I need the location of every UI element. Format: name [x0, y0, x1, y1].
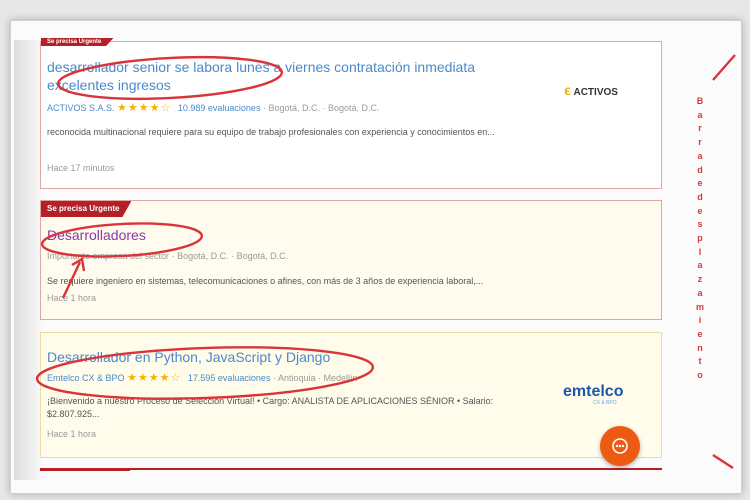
- job-meta: Emtelco CX & BPO ★★★★☆ 17.595 evaluacion…: [47, 371, 358, 384]
- job-location: · Bogotá, D.C. · Bogotá, D.C.: [171, 251, 289, 261]
- reviews-link[interactable]: 10.989 evaluaciones: [178, 103, 261, 113]
- chat-button[interactable]: [600, 426, 640, 466]
- job-description: reconocida multinacional requiere para s…: [47, 127, 495, 137]
- job-card[interactable]: Se precisa Urgente desarrollador senior …: [40, 38, 662, 189]
- job-description: Se requiere ingeniero en sistemas, telec…: [47, 276, 484, 286]
- company-logo: ϵ ACTIVOS: [564, 82, 618, 98]
- job-card[interactable]: Se precisa Urgente Desarrolladores Impor…: [40, 200, 662, 320]
- job-location: · Antioquia · Medellín: [272, 373, 358, 383]
- scrollbar-annotation: Barradedesplazamiento: [695, 96, 704, 381]
- company-name[interactable]: ACTIVOS S.A.S.: [47, 103, 115, 113]
- company-name: Importante empresa del sector: [47, 251, 170, 261]
- star-rating: ★★★★☆: [117, 102, 172, 114]
- job-meta: Importante empresa del sector · Bogotá, …: [47, 251, 288, 261]
- job-title[interactable]: Desarrolladores: [47, 226, 146, 244]
- chat-icon: [612, 438, 628, 454]
- posted-time: Hace 1 hora: [47, 293, 97, 303]
- job-meta: ACTIVOS S.A.S. ★★★★☆ 10.989 evaluaciones…: [47, 101, 380, 114]
- activos-logo-icon: ϵ: [564, 82, 571, 98]
- company-name[interactable]: Emtelco CX & BPO: [47, 373, 125, 383]
- job-description: ¡Bienvenido a nuestro Proceso de Selecci…: [47, 396, 494, 419]
- reviews-link[interactable]: 17.595 evaluaciones: [188, 373, 271, 383]
- job-title[interactable]: Desarrollador en Python, JavaScript y Dj…: [47, 348, 330, 366]
- job-card[interactable]: Desarrollador en Python, JavaScript y Dj…: [40, 332, 662, 458]
- job-title[interactable]: desarrollador senior se labora lunes a v…: [47, 58, 527, 94]
- posted-time: Hace 17 minutos: [47, 163, 115, 173]
- job-location: · Bogotá, D.C. · Bogotá, D.C.: [262, 103, 380, 113]
- urgent-badge: Se precisa Urgente: [41, 201, 132, 217]
- posted-time: Hace 1 hora: [47, 429, 97, 439]
- company-logo: emtelco CX & BPO: [563, 383, 624, 406]
- star-rating: ★★★★☆: [127, 372, 182, 384]
- next-card-edge: [40, 468, 662, 476]
- urgent-badge: Se precisa Urgente: [41, 38, 114, 46]
